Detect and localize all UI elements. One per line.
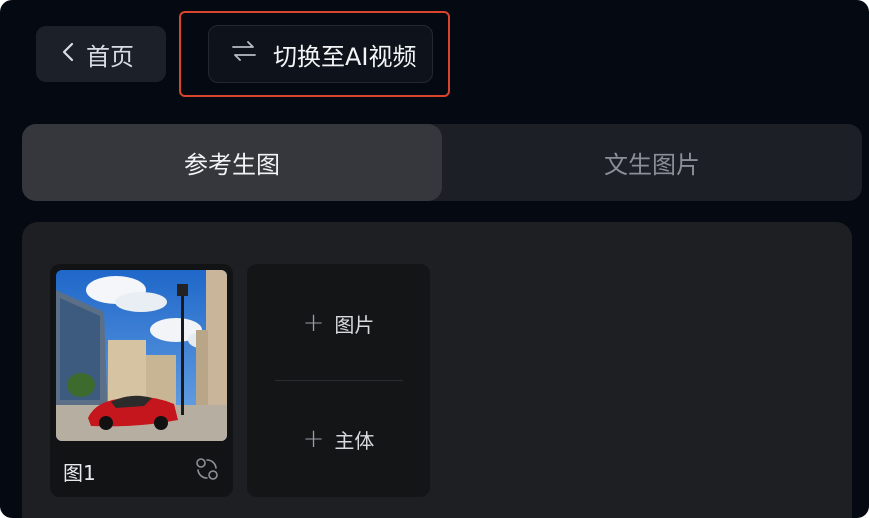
back-home-label: 首页 (86, 42, 134, 71)
reference-image-thumbnail (56, 270, 227, 441)
tab-reference-image[interactable]: 参考生图 (22, 124, 442, 201)
plus-icon: + (302, 424, 325, 454)
switch-to-ai-video-label: 切换至AI视频 (273, 42, 417, 71)
replace-image-icon[interactable] (194, 456, 220, 486)
chevron-left-icon (62, 42, 74, 67)
reference-image-label: 图1 (63, 461, 96, 485)
mode-tabs: 参考生图 文生图片 (22, 124, 862, 201)
reference-image-card[interactable]: 图1 (50, 264, 233, 497)
add-image-label: 图片 (334, 312, 375, 337)
add-card-divider (275, 380, 403, 381)
swap-arrows-icon (231, 40, 273, 68)
add-image-button[interactable]: + 图片 (247, 298, 430, 348)
add-subject-button[interactable]: + 主体 (247, 414, 430, 464)
switch-to-ai-video-button[interactable]: 切换至AI视频 (208, 25, 433, 83)
plus-icon: + (302, 308, 325, 338)
back-home-button[interactable]: 首页 (36, 26, 166, 82)
add-subject-label: 主体 (334, 428, 375, 453)
app-window: 首页 切换至AI视频 参考生图 文生图片 图1 + 图片 + 主体 (0, 0, 869, 518)
add-reference-card: + 图片 + 主体 (247, 264, 430, 497)
tab-text-to-image[interactable]: 文生图片 (442, 124, 862, 201)
